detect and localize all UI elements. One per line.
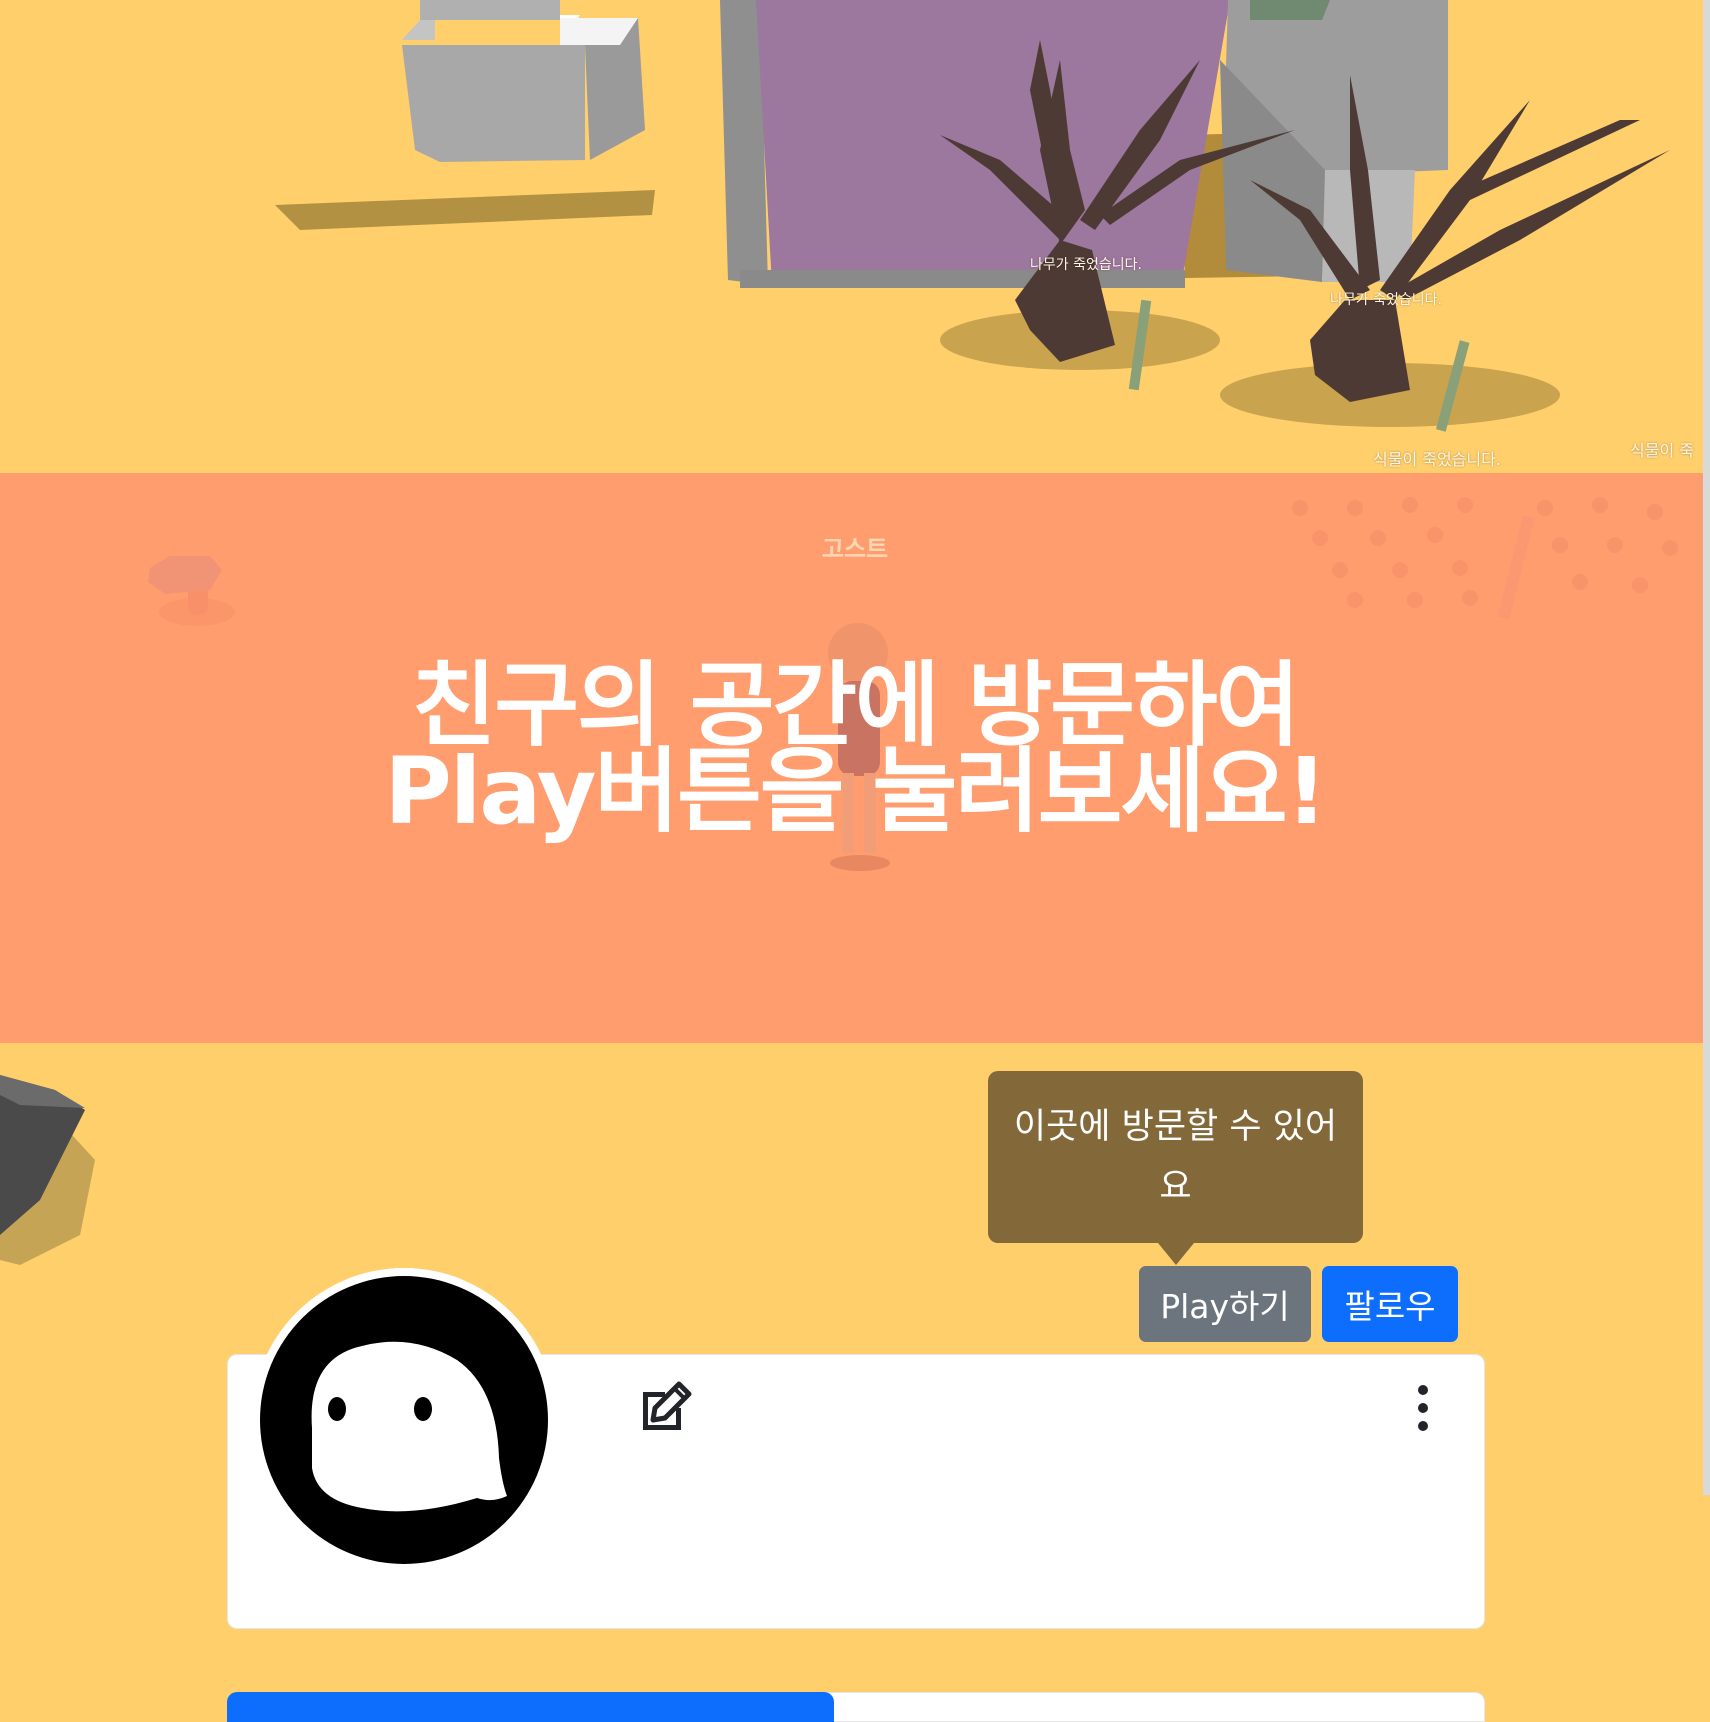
- game-label-tree-dead: 나무가 죽었습니다.: [1330, 292, 1442, 308]
- guide-title-line1: 친구의 공간에 방문하여: [411, 652, 1300, 759]
- profile-tab-active[interactable]: [227, 1692, 834, 1722]
- game-label-plant-dead: 식물이 죽었습니다.: [1373, 450, 1501, 469]
- visit-tooltip: 이곳에 방문할 수 있어요: [988, 1071, 1363, 1243]
- ghost-character-label: 고스트: [821, 535, 889, 563]
- game-label-tree-dead: 나무가 죽었습니다.: [1030, 257, 1142, 273]
- edit-icon[interactable]: [637, 1380, 693, 1436]
- avatar[interactable]: [252, 1268, 556, 1572]
- guide-title-line2: Play버튼을 눌러보세요!: [384, 738, 1327, 845]
- kebab-menu-icon[interactable]: [1403, 1383, 1443, 1433]
- visit-tooltip-arrow: [1158, 1243, 1194, 1265]
- play-button[interactable]: Play하기: [1139, 1266, 1311, 1342]
- guide-overlay: 고스트 친구의 공간에 방문하여 Play버튼을 눌러보세요!: [0, 473, 1710, 1043]
- visit-tooltip-text: 이곳에 방문할 수 있어요: [1013, 1107, 1338, 1207]
- ghost-avatar-icon: [252, 1268, 556, 1572]
- guide-title: 친구의 공간에 방문하여 Play버튼을 눌러보세요!: [0, 652, 1710, 845]
- game-label-plant-dead: 식물이 죽: [1630, 441, 1694, 460]
- follow-button[interactable]: 팔로우: [1322, 1266, 1458, 1342]
- scrollbar[interactable]: [1703, 0, 1710, 1495]
